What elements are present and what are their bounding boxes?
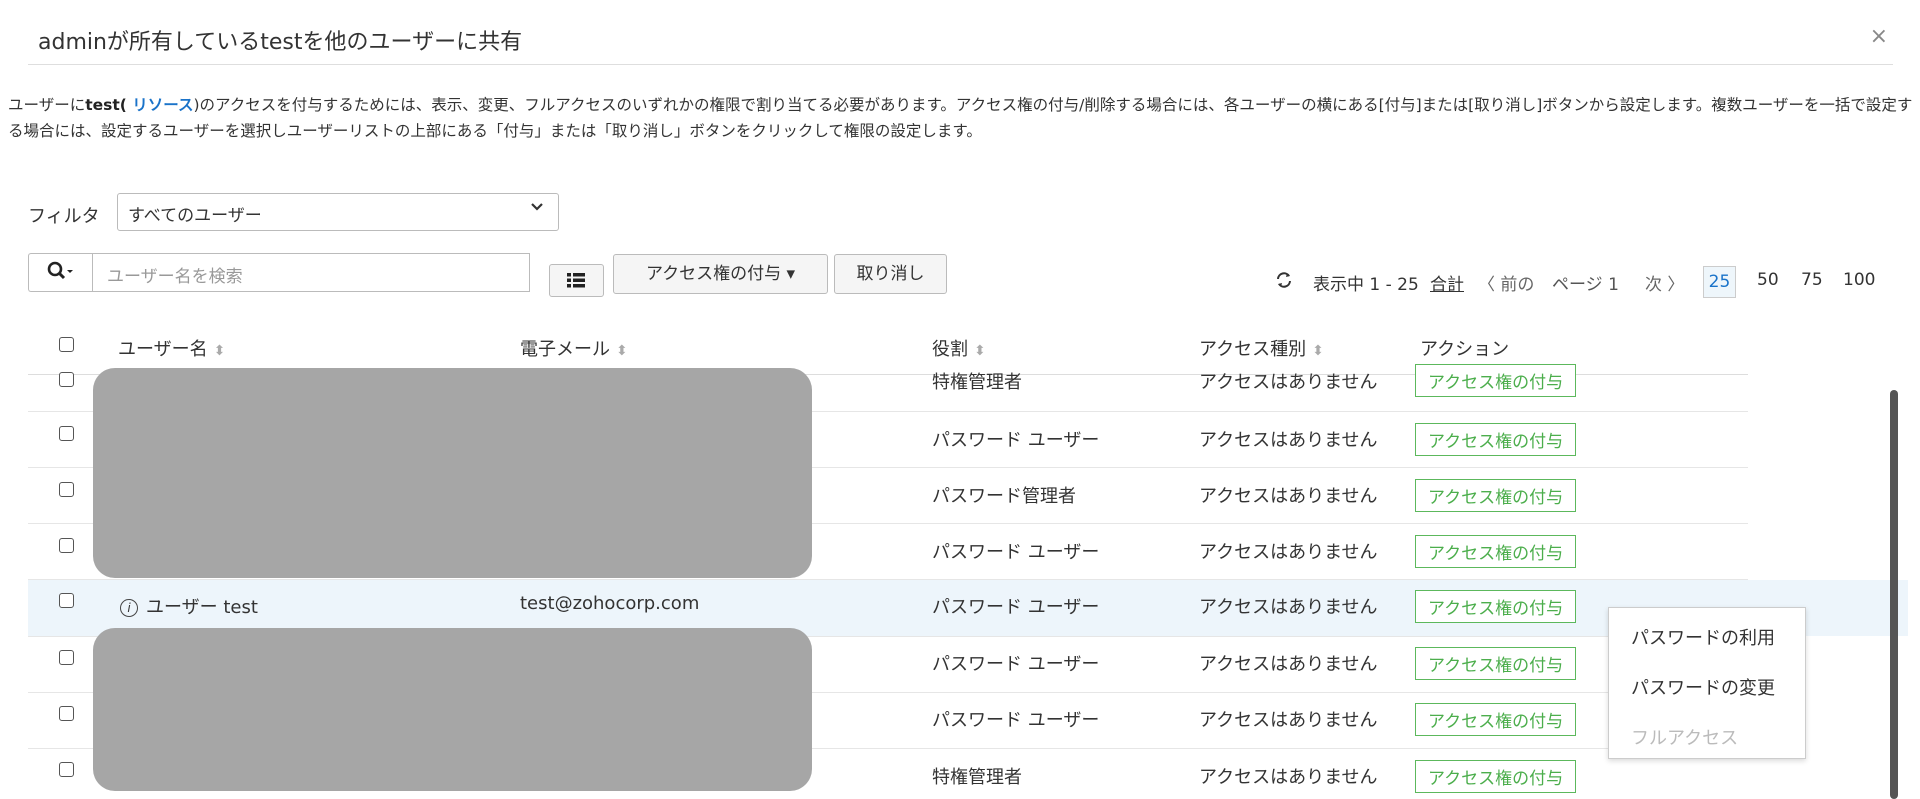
pager-total[interactable]: 合計: [1430, 270, 1464, 295]
row-checkbox[interactable]: [59, 762, 74, 777]
row-checkbox[interactable]: [59, 706, 74, 721]
row-grant-button[interactable]: アクセス権の付与: [1415, 479, 1577, 512]
search-options-button[interactable]: [28, 253, 92, 292]
row-checkbox[interactable]: [59, 372, 74, 387]
refresh-icon[interactable]: [1274, 270, 1294, 295]
list-icon: [567, 273, 585, 288]
revoke-button[interactable]: 取り消し: [834, 254, 947, 294]
grant-access-button[interactable]: アクセス権の付与 ▾: [613, 254, 828, 294]
description-pre: ユーザーに: [8, 96, 86, 114]
row-username-text: ユーザー test: [146, 597, 258, 618]
redacted-block: [93, 628, 812, 791]
row-grant-button[interactable]: アクセス権の付与: [1415, 590, 1577, 623]
close-icon[interactable]: ×: [1870, 24, 1888, 49]
row-divider: [28, 579, 1748, 580]
pager-page: ページ 1: [1552, 275, 1619, 295]
sort-icon: ⬍: [616, 343, 628, 359]
resource-link[interactable]: リソース: [127, 96, 193, 114]
row-role: パスワード ユーザー: [932, 710, 1100, 731]
pager-showing: 表示中 1 - 25: [1313, 275, 1419, 295]
filter-selected-value: すべてのユーザー: [128, 206, 262, 226]
email-header-label: 電子メール: [520, 339, 610, 360]
column-header-email[interactable]: 電子メール ⬍: [520, 335, 628, 361]
row-access: アクセスはありません: [1199, 710, 1378, 731]
row-access: アクセスはありません: [1199, 430, 1378, 451]
page-size-25[interactable]: 25: [1703, 266, 1736, 298]
pager-next[interactable]: 次 〉: [1645, 270, 1684, 295]
access-type-header-label: アクセス種別: [1199, 339, 1307, 360]
menu-item-use-password[interactable]: パスワードの利用: [1631, 624, 1775, 650]
share-description: ユーザーにtest( リソース)のアクセスを付与するためには、表示、変更、フルア…: [8, 92, 1913, 144]
row-access: アクセスはありません: [1199, 372, 1378, 393]
row-checkbox[interactable]: [59, 538, 74, 553]
sort-icon: ⬍: [213, 343, 226, 359]
access-level-menu: パスワードの利用 パスワードの変更 フルアクセス: [1608, 607, 1806, 759]
filter-label: フィルタ: [28, 206, 100, 227]
resource-name: test(: [85, 96, 127, 114]
row-role: 特権管理者: [932, 767, 1022, 788]
row-grant-button[interactable]: アクセス権の付与: [1415, 760, 1577, 793]
chevron-down-icon: [530, 200, 544, 218]
search-input[interactable]: ユーザー名を検索: [92, 253, 530, 292]
search-icon: [47, 261, 75, 288]
row-grant-button[interactable]: アクセス権の付与: [1415, 647, 1577, 680]
column-header-access-type[interactable]: アクセス種別 ⬍: [1199, 335, 1324, 361]
vertical-scrollbar[interactable]: [1890, 390, 1898, 799]
description-post: )のアクセスを付与するためには、表示、変更、フルアクセスのいずれかの権限で割り当…: [8, 96, 1913, 140]
dialog-title: adminが所有しているtestを他のユーザーに共有: [38, 30, 523, 55]
redacted-block: [93, 368, 812, 578]
page-size-50[interactable]: 50: [1757, 270, 1779, 290]
row-role: パスワード ユーザー: [932, 430, 1100, 451]
row-grant-button[interactable]: アクセス権の付与: [1415, 364, 1577, 397]
row-grant-button[interactable]: アクセス権の付与: [1415, 535, 1577, 568]
page-size-75[interactable]: 75: [1801, 270, 1823, 290]
column-chooser-button[interactable]: [549, 264, 604, 297]
row-access: アクセスはありません: [1199, 597, 1378, 618]
row-role: パスワード ユーザー: [932, 654, 1100, 675]
pager-prev[interactable]: 〈 前の: [1478, 270, 1534, 295]
row-access: アクセスはありません: [1199, 767, 1378, 788]
row-checkbox[interactable]: [59, 426, 74, 441]
menu-item-full-access[interactable]: フルアクセス: [1631, 724, 1738, 750]
row-access: アクセスはありません: [1199, 654, 1378, 675]
row-role: 特権管理者: [932, 372, 1022, 393]
sort-icon: ⬍: [974, 343, 986, 359]
row-access: アクセスはありません: [1199, 542, 1378, 563]
row-checkbox[interactable]: [59, 650, 74, 665]
sort-icon: ⬍: [1312, 343, 1324, 359]
select-all-checkbox[interactable]: [59, 337, 74, 352]
filter-select[interactable]: すべてのユーザー: [117, 193, 559, 231]
role-header-label: 役割: [932, 339, 968, 360]
row-username: i ユーザー test: [120, 593, 258, 619]
row-checkbox[interactable]: [59, 593, 74, 608]
column-header-username[interactable]: ユーザー名 ⬍: [118, 335, 225, 361]
row-role: パスワード ユーザー: [932, 542, 1100, 563]
row-email: test@zohocorp.com: [520, 593, 700, 614]
menu-item-change-password[interactable]: パスワードの変更: [1631, 674, 1775, 700]
username-header-label: ユーザー名: [118, 339, 208, 360]
info-icon[interactable]: i: [120, 599, 138, 617]
page-size-100[interactable]: 100: [1843, 270, 1875, 290]
row-role: パスワード管理者: [932, 486, 1076, 507]
title-divider: [28, 64, 1893, 65]
row-access: アクセスはありません: [1199, 486, 1378, 507]
row-role: パスワード ユーザー: [932, 597, 1100, 618]
column-header-action: アクション: [1420, 339, 1510, 360]
row-grant-button[interactable]: アクセス権の付与: [1415, 423, 1577, 456]
row-grant-button[interactable]: アクセス権の付与: [1415, 703, 1577, 736]
row-checkbox[interactable]: [59, 482, 74, 497]
column-header-role[interactable]: 役割 ⬍: [932, 335, 986, 361]
